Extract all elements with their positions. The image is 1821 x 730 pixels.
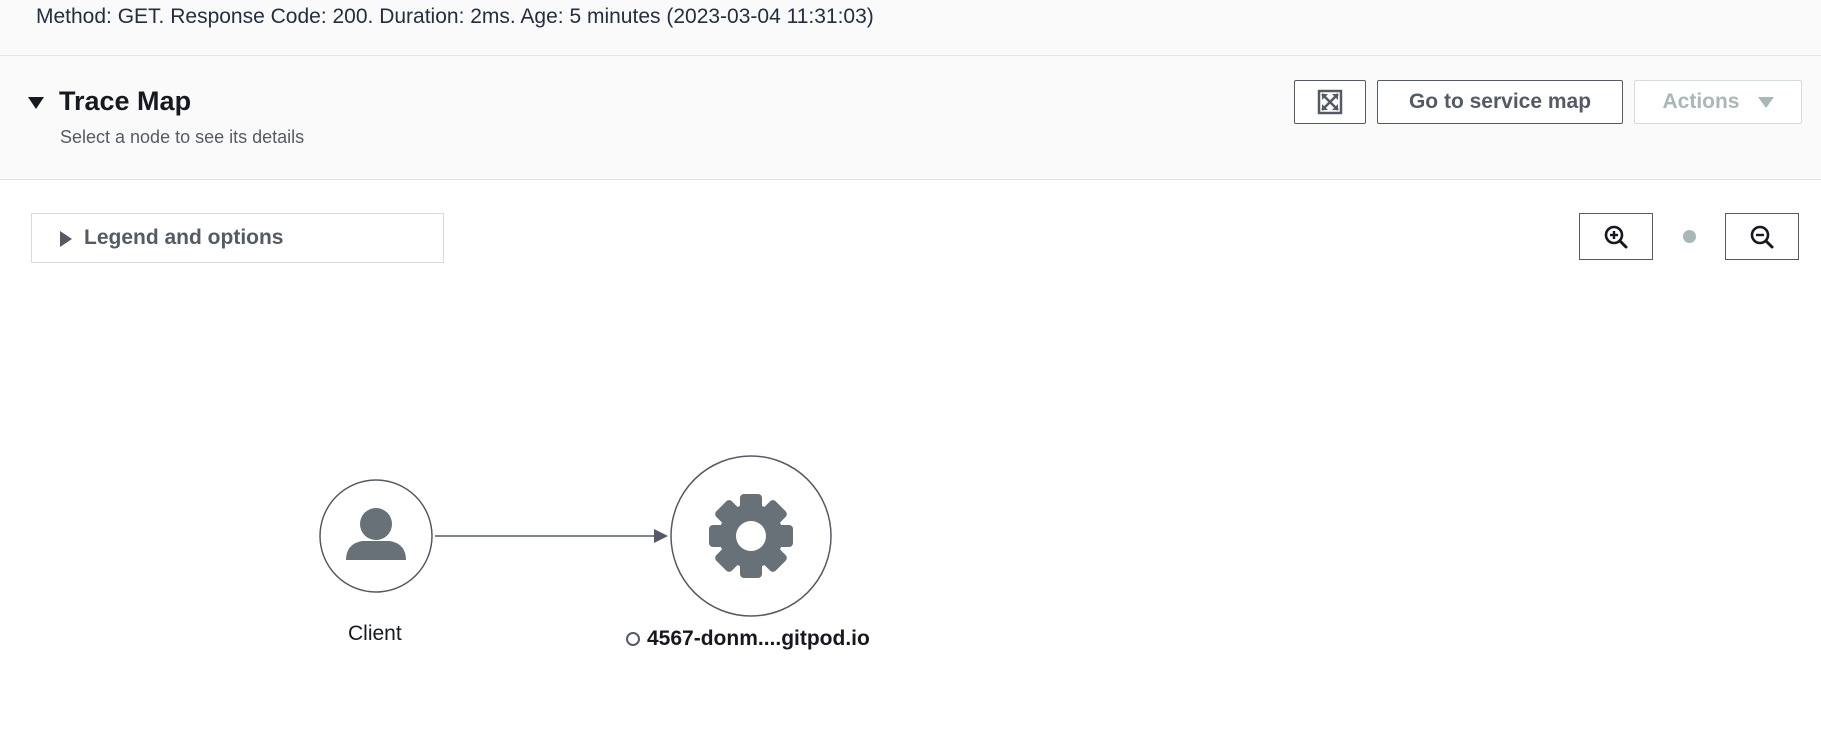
status-ring-icon xyxy=(626,632,640,646)
client-node[interactable] xyxy=(319,479,433,593)
service-node-label-group: 4567-donm....gitpod.io xyxy=(626,627,870,651)
gear-icon xyxy=(709,494,793,578)
client-node-label: Client xyxy=(348,622,402,645)
service-node[interactable] xyxy=(670,455,832,617)
service-node-label: 4567-donm....gitpod.io xyxy=(647,627,870,650)
trace-map-canvas xyxy=(319,455,832,617)
